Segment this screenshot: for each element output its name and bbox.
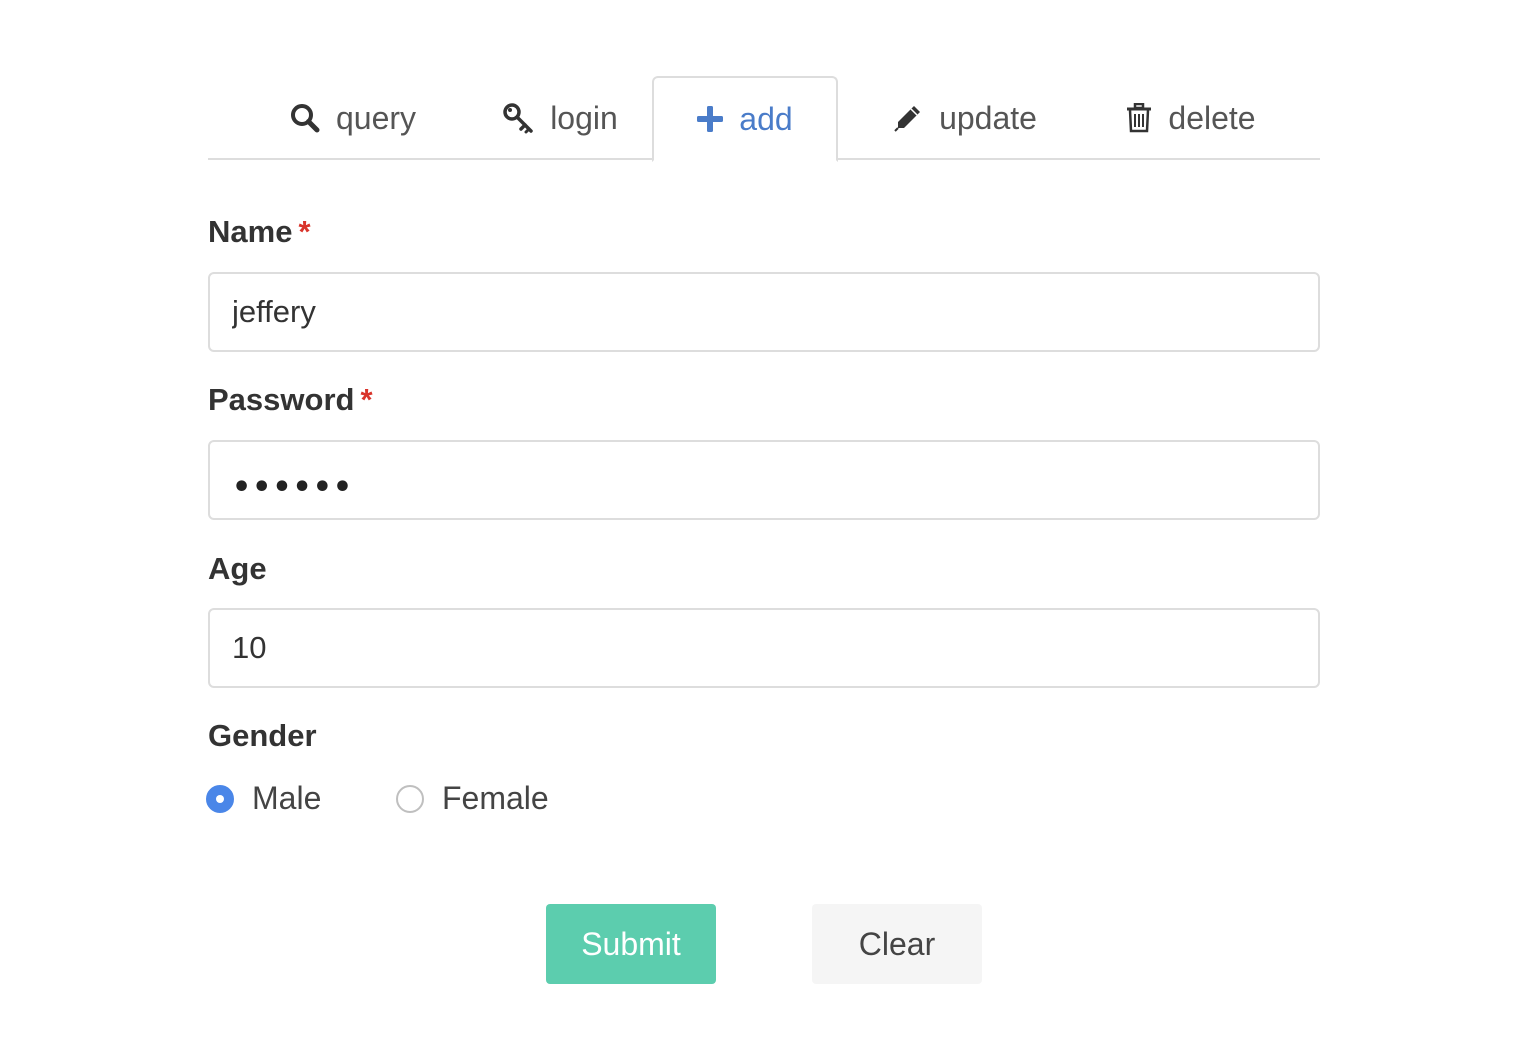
required-mark: * xyxy=(298,214,311,249)
tab-query-label: query xyxy=(335,99,417,136)
add-user-page: query login add update delete Name * jef… xyxy=(0,0,1516,1040)
tab-update[interactable]: update xyxy=(880,76,1050,160)
tab-delete-label: delete xyxy=(1168,99,1256,136)
trash-icon xyxy=(1126,103,1152,133)
gender-option-label: Male xyxy=(252,780,322,816)
age-input[interactable] xyxy=(208,608,1320,688)
tab-delete[interactable]: delete xyxy=(1116,76,1266,160)
required-mark: * xyxy=(360,382,373,417)
gender-label: Gender xyxy=(208,718,317,754)
tab-login-label: login xyxy=(550,99,618,136)
radio-male[interactable] xyxy=(206,784,234,813)
gender-option-label: Female xyxy=(442,780,549,816)
tab-add[interactable]: add xyxy=(652,76,838,162)
password-label: Password * xyxy=(208,382,373,418)
plus-icon xyxy=(697,106,724,132)
tab-query[interactable]: query xyxy=(278,76,428,160)
password-input[interactable] xyxy=(208,440,1320,520)
name-label-text: Name xyxy=(208,214,293,249)
tab-bar: query login add update delete xyxy=(208,76,1320,162)
password-label-text: Password xyxy=(208,382,355,417)
gender-label-text: Gender xyxy=(208,718,317,753)
radio-female[interactable] xyxy=(396,784,424,813)
gender-option-female[interactable]: Female xyxy=(396,780,549,817)
submit-button[interactable]: Submit xyxy=(546,904,716,984)
name-label: Name * xyxy=(208,214,311,250)
age-label: Age xyxy=(208,551,267,587)
gender-option-male[interactable]: Male xyxy=(206,780,321,817)
tab-update-label: update xyxy=(939,99,1037,136)
search-icon xyxy=(290,103,320,133)
tab-login[interactable]: login xyxy=(490,76,630,160)
pencil-icon xyxy=(893,103,923,133)
name-input[interactable] xyxy=(208,272,1320,352)
key-icon xyxy=(502,102,534,134)
tab-add-label: add xyxy=(739,100,793,137)
age-label-text: Age xyxy=(208,551,267,586)
clear-button[interactable]: Clear xyxy=(812,904,982,984)
